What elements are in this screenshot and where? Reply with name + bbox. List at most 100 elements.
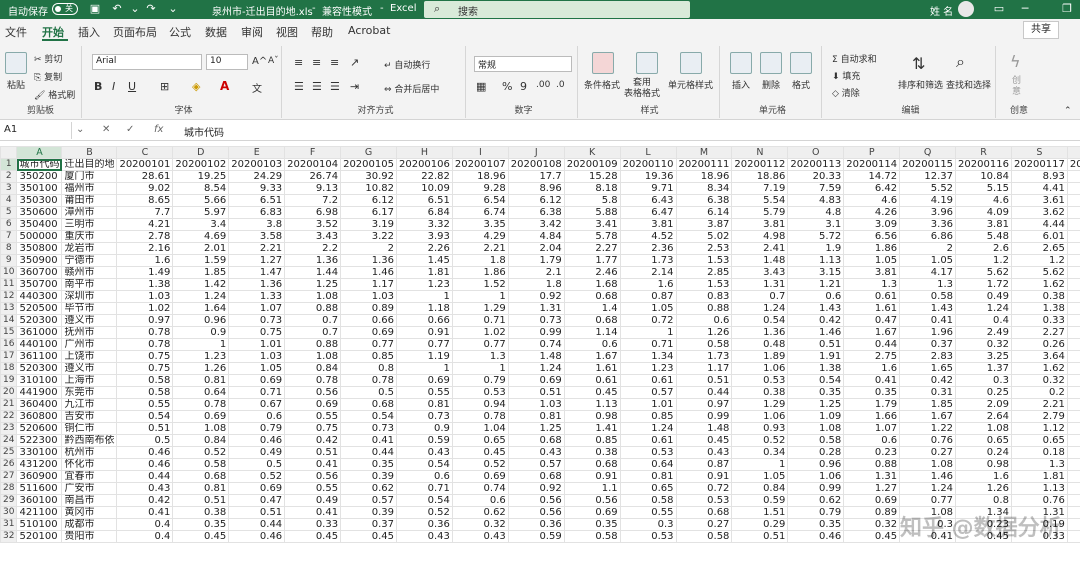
cell[interactable]: 九江市 xyxy=(61,398,118,411)
cell[interactable]: 0.67 xyxy=(228,398,286,411)
cell[interactable]: 1.06 xyxy=(787,470,845,483)
delete-cells-icon[interactable] xyxy=(760,52,782,74)
cell[interactable]: 3.87 xyxy=(675,218,733,231)
cell[interactable]: 0.41 xyxy=(899,314,957,327)
cell[interactable]: 0.78 xyxy=(1066,494,1080,507)
cell[interactable]: 0.72 xyxy=(675,482,733,495)
cell[interactable]: 0.61 xyxy=(619,374,677,387)
cell[interactable]: 3.99 xyxy=(1066,194,1080,207)
cell[interactable]: 2.46 xyxy=(563,266,621,279)
cell[interactable]: 0.78 xyxy=(451,410,509,423)
cell[interactable]: 0.57 xyxy=(340,494,397,507)
cell[interactable]: 0.78 xyxy=(284,374,342,387)
cell[interactable]: 0.32 xyxy=(955,338,1012,351)
cell[interactable]: 0.54 xyxy=(395,458,453,471)
cell[interactable]: 1.27 xyxy=(228,254,286,267)
tab-formulas[interactable]: 公式 xyxy=(169,24,191,40)
cell[interactable]: 1.05 xyxy=(899,254,957,267)
underline-button[interactable]: U xyxy=(128,80,136,93)
cell[interactable]: 0.58 xyxy=(172,458,230,471)
cell[interactable]: 350200 xyxy=(16,170,63,183)
cell[interactable]: 1.43 xyxy=(899,302,957,315)
row-header[interactable]: 13 xyxy=(0,302,18,315)
cell[interactable]: 3.96 xyxy=(899,206,957,219)
cell[interactable]: 0.75 xyxy=(284,422,342,435)
cell[interactable]: 0.61 xyxy=(563,374,621,387)
cell[interactable]: 遵义市 xyxy=(61,362,118,375)
cell[interactable]: 20200109 xyxy=(563,158,621,171)
cell[interactable]: 0.35 xyxy=(787,386,845,399)
cell[interactable]: 2.14 xyxy=(619,266,677,279)
cell[interactable]: 0.58 xyxy=(116,374,174,387)
row-header[interactable]: 19 xyxy=(0,374,18,387)
cell[interactable]: 8.34 xyxy=(675,182,733,195)
column-header-L[interactable]: L xyxy=(619,146,677,159)
cell[interactable]: 0.75 xyxy=(116,362,174,375)
cell[interactable]: 1.46 xyxy=(899,470,957,483)
tab-help[interactable]: 帮助 xyxy=(311,24,333,40)
cell[interactable]: 黄冈市 xyxy=(61,506,118,519)
sort-filter-icon[interactable]: ⇅ xyxy=(912,54,925,73)
cell[interactable]: 350400 xyxy=(16,218,63,231)
cell[interactable]: 6.74 xyxy=(451,206,509,219)
cell[interactable]: 0.71 xyxy=(451,314,509,327)
cell-styles-button[interactable]: 单元格样式 xyxy=(668,78,713,91)
decrease-font-icon[interactable]: Aˇ xyxy=(268,56,279,66)
row-header[interactable]: 6 xyxy=(0,218,18,231)
cell[interactable]: 0.89 xyxy=(843,506,901,519)
cell[interactable]: 1.1 xyxy=(1066,422,1080,435)
cell[interactable]: 17.7 xyxy=(507,170,565,183)
cell[interactable]: 0.77 xyxy=(340,338,397,351)
cell[interactable]: 0.33 xyxy=(284,518,342,531)
cell[interactable]: 5.02 xyxy=(675,230,733,243)
insert-function-icon[interactable]: fx xyxy=(154,124,163,135)
cell[interactable]: 杭州市 xyxy=(61,446,118,459)
wrap-text-button[interactable]: ↵ 自动换行 xyxy=(384,58,430,71)
cell[interactable]: 0.51 xyxy=(731,530,789,543)
cell[interactable]: 0.6 xyxy=(843,434,901,447)
cell[interactable]: 0.6 xyxy=(451,494,509,507)
cell[interactable]: 1.13 xyxy=(1010,482,1068,495)
cell[interactable]: 0.93 xyxy=(731,422,789,435)
insert-button[interactable]: 插入 xyxy=(732,78,750,91)
cell[interactable]: 5.97 xyxy=(172,206,230,219)
paste-button[interactable]: 粘贴 xyxy=(7,78,25,91)
cell[interactable]: 0.8 xyxy=(340,362,397,375)
cell[interactable]: 361100 xyxy=(16,350,63,363)
cell[interactable]: 5.62 xyxy=(955,266,1012,279)
decrease-decimal-icon[interactable]: .0 xyxy=(556,80,565,90)
cell[interactable]: 0.56 xyxy=(507,494,565,507)
cell[interactable]: 0.69 xyxy=(228,374,286,387)
align-middle-icon[interactable]: ≡ xyxy=(312,56,321,69)
sheet-table[interactable]: ABCDEFGHIJKLMNOPQRSTUVW 1城市代码迁出目的地202001… xyxy=(0,146,1080,543)
cell[interactable]: 1.96 xyxy=(899,326,957,339)
cell[interactable]: 0.52 xyxy=(172,446,230,459)
cell[interactable]: 1.06 xyxy=(731,362,789,375)
cell[interactable]: 0.5 xyxy=(340,386,397,399)
cell[interactable]: 14.72 xyxy=(843,170,901,183)
cell[interactable]: 0.92 xyxy=(507,482,565,495)
cell[interactable]: 2.01 xyxy=(172,242,230,255)
cell[interactable]: 0.56 xyxy=(563,494,621,507)
cell[interactable]: 1.03 xyxy=(116,290,174,303)
cell[interactable]: 0.45 xyxy=(340,530,397,543)
cell[interactable]: 0.98 xyxy=(563,410,621,423)
row-header[interactable]: 26 xyxy=(0,458,18,471)
cell[interactable]: 1.1 xyxy=(563,482,621,495)
cell[interactable]: 9.13 xyxy=(284,182,342,195)
cell[interactable]: 1.53 xyxy=(675,278,733,291)
cell[interactable]: 500000 xyxy=(16,230,63,243)
column-header-O[interactable]: O xyxy=(787,146,845,159)
cell[interactable]: 1.8 xyxy=(451,254,509,267)
cell[interactable]: 1.46 xyxy=(787,326,845,339)
cell[interactable]: 1 xyxy=(395,362,453,375)
cell[interactable]: 2.83 xyxy=(1066,242,1080,255)
cell[interactable]: 1.68 xyxy=(563,278,621,291)
cell[interactable]: 0.7 xyxy=(731,290,789,303)
cell[interactable]: 上海市 xyxy=(61,374,118,387)
cell[interactable]: 1.52 xyxy=(451,278,509,291)
cell[interactable]: 0.74 xyxy=(451,482,509,495)
cell[interactable]: 福州市 xyxy=(61,182,118,195)
cell[interactable]: 1.08 xyxy=(284,290,342,303)
create-button[interactable]: 创 意 xyxy=(1012,76,1021,98)
